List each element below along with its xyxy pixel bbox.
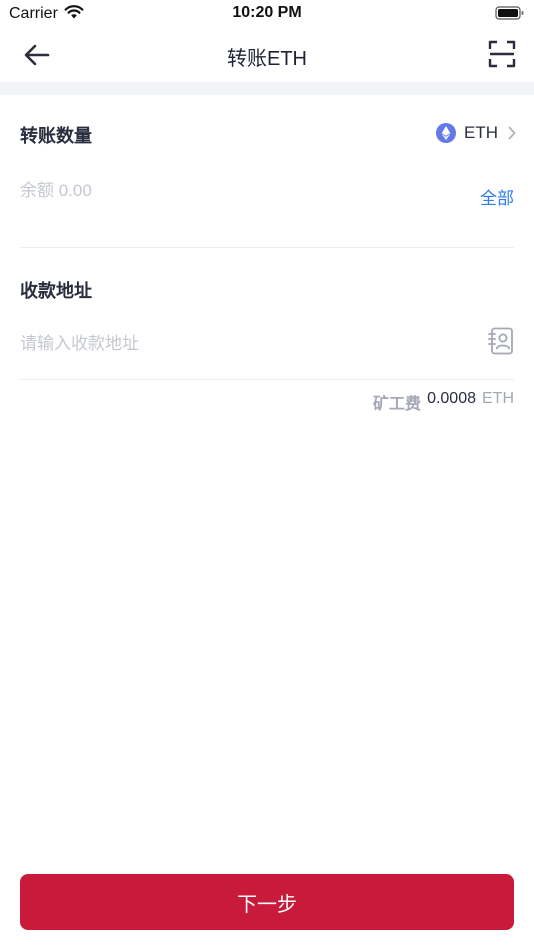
chevron-right-icon [508, 126, 516, 140]
divider [20, 379, 514, 380]
fee-unit: ETH [482, 390, 514, 407]
address-book-icon [488, 327, 513, 355]
status-time: 10:20 PM [232, 4, 302, 21]
scan-button[interactable] [488, 40, 516, 68]
page-title: 转账ETH [227, 48, 307, 70]
fee-label: 矿工费 [373, 396, 422, 413]
address-label: 收款地址 [20, 281, 92, 301]
fee-value: 0.0008 [427, 390, 476, 407]
ethereum-icon [436, 123, 456, 143]
battery-icon [495, 6, 524, 20]
status-bar: Carrier 10:20 PM [0, 0, 534, 28]
address-input[interactable] [20, 331, 440, 357]
token-name: ETH [464, 123, 498, 142]
scan-icon [488, 40, 516, 68]
amount-input[interactable] [20, 178, 400, 204]
section-separator [0, 82, 534, 95]
next-button[interactable]: 下一步 [20, 874, 514, 930]
address-book-button[interactable] [486, 326, 516, 356]
nav-bar: 转账ETH [0, 28, 534, 82]
divider [20, 247, 514, 248]
all-button[interactable]: 全部 [480, 184, 514, 209]
amount-label: 转账数量 [20, 126, 92, 146]
miner-fee: 矿工费 0.0008 ETH [373, 390, 514, 414]
token-selector[interactable]: ETH [436, 122, 516, 144]
